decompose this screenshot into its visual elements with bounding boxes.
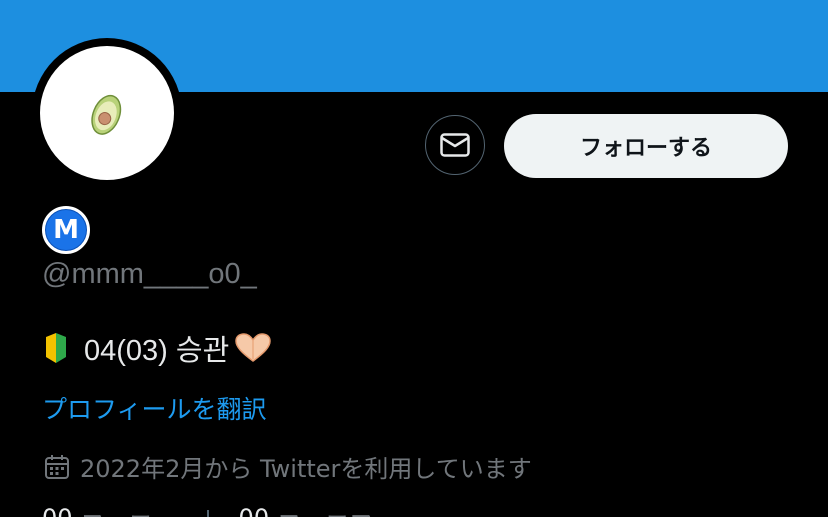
follow-button[interactable]: フォローする (504, 114, 788, 178)
avatar[interactable] (40, 46, 174, 180)
joined-date: 2022年2月から Twitterを利用しています (44, 449, 532, 484)
translate-profile-link[interactable]: プロフィールを翻訳 (42, 390, 267, 426)
profile-stats: 00 フォロー 00 フォロワー (42, 504, 397, 517)
following-count: 00 (42, 504, 73, 517)
profile-handle: @mmm____o0_ (42, 258, 257, 290)
followers-stat[interactable]: 00 フォロワー (239, 504, 398, 517)
message-button[interactable] (425, 115, 485, 175)
followers-count: 00 (239, 504, 270, 517)
following-label: フォロー (81, 504, 177, 517)
avocado-icon (91, 94, 122, 135)
joined-text: 2022年2月から Twitterを利用しています (80, 455, 532, 483)
bio-text: 04(03) 승관 (84, 335, 230, 367)
profile-page: フォローする M @mmm____o0_ 04(03) 승관 プロフィールを翻訳 (0, 0, 828, 517)
heart-hands-icon (233, 333, 273, 363)
following-stat[interactable]: 00 フォロー (42, 504, 177, 517)
stats-divider (206, 509, 209, 517)
profile-bio: 04(03) 승관 (44, 328, 273, 368)
envelope-icon (440, 133, 470, 157)
display-name-badge-icon: M (42, 206, 90, 254)
beginner-leaf-icon (44, 331, 68, 365)
calendar-icon (44, 454, 70, 480)
followers-label: フォロワー (277, 504, 397, 517)
badge-letter: M (53, 215, 79, 245)
